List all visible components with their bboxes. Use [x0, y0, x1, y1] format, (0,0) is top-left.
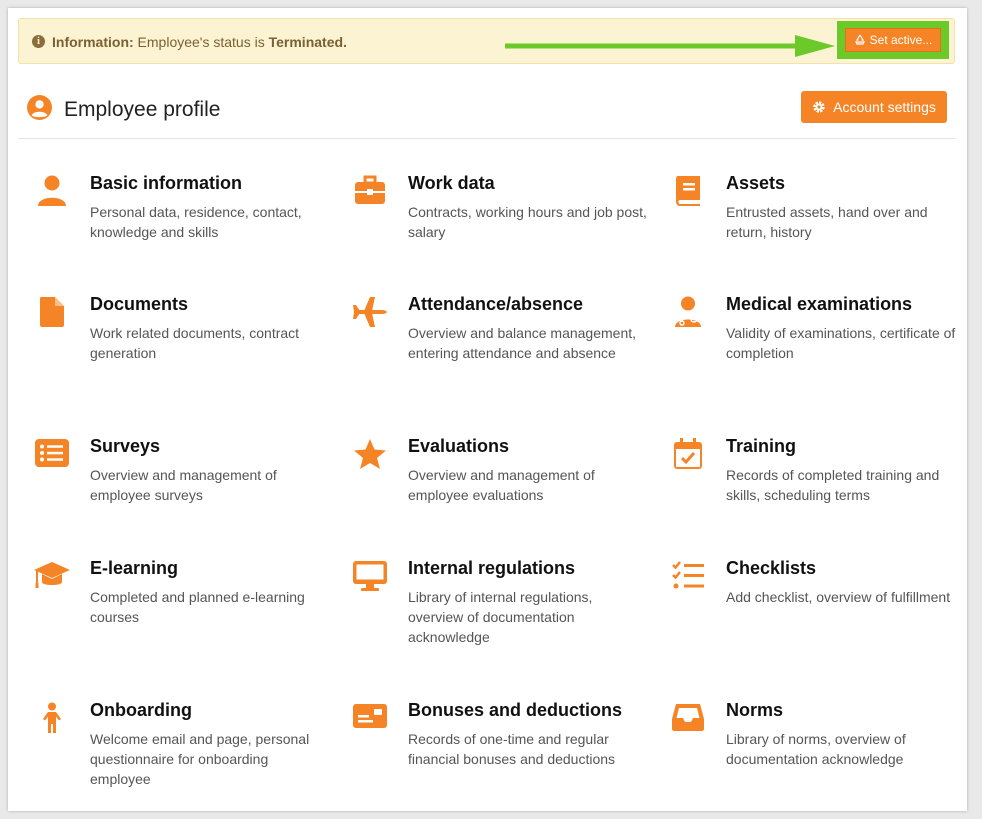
- tile-title: Norms: [726, 700, 784, 720]
- file-icon: [32, 296, 72, 332]
- profile-card: i Information: Employee's status is Term…: [8, 8, 967, 811]
- inbox-icon: [668, 702, 708, 738]
- info-icon: i: [32, 35, 45, 48]
- tile-description: Overview and management of employee surv…: [90, 467, 277, 503]
- tile-description: Entrusted assets, hand over and return, …: [726, 204, 928, 240]
- tile-description: Validity of examinations, certificate of…: [726, 325, 956, 361]
- tile-description: Contracts, working hours and job post, s…: [408, 204, 647, 240]
- gear-icon: [813, 101, 825, 113]
- book-icon: [668, 175, 708, 211]
- tile-title: Surveys: [90, 436, 161, 456]
- tile-description: Add checklist, overview of fulfillment: [726, 589, 951, 605]
- tile-title: Internal regulations: [408, 558, 576, 578]
- tile-title: Documents: [90, 294, 189, 314]
- tile-basic-information[interactable]: Basic information Personal data, residen…: [32, 173, 332, 283]
- set-active-button[interactable]: Set active...: [845, 28, 941, 52]
- tile-title: Evaluations: [408, 436, 510, 456]
- plane-icon: [350, 296, 390, 332]
- tile-title: Onboarding: [90, 700, 192, 720]
- tile-title: Bonuses and deductions: [408, 700, 623, 720]
- tile-description: Overview and management of employee eval…: [408, 467, 595, 503]
- graduation-cap-icon: [32, 560, 72, 596]
- tile-description: Welcome email and page, personal questio…: [90, 731, 310, 787]
- child-icon: [32, 702, 72, 738]
- tile-title: Attendance/absence: [408, 294, 584, 314]
- set-active-highlight: Set active...: [837, 21, 949, 59]
- recycle-icon: [854, 34, 865, 45]
- tile-title: Checklists: [726, 558, 817, 578]
- tile-title: Training: [726, 436, 797, 456]
- status-alert: i Information: Employee's status is Term…: [18, 18, 955, 64]
- tile-description: Completed and planned e-learning courses: [90, 589, 305, 625]
- tile-description: Library of norms, overview of documentat…: [726, 731, 906, 767]
- doctor-icon: [668, 296, 708, 332]
- tile-work-data[interactable]: Work data Contracts, working hours and j…: [350, 173, 650, 283]
- tile-bonuses-and-deductions[interactable]: Bonuses and deductions Records of one-ti…: [350, 700, 650, 810]
- tile-medical-examinations[interactable]: Medical examinations Validity of examina…: [668, 294, 968, 404]
- page-title: Employee profile: [64, 98, 221, 121]
- tile-documents[interactable]: Documents Work related documents, contra…: [32, 294, 332, 404]
- tile-attendance-absence[interactable]: Attendance/absence Overview and balance …: [350, 294, 650, 404]
- tile-description: Records of completed training and skills…: [726, 467, 940, 503]
- tile-internal-regulations[interactable]: Internal regulations Library of internal…: [350, 558, 650, 668]
- tile-description: Library of internal regulations, overvie…: [408, 589, 593, 645]
- monitor-icon: [350, 560, 390, 596]
- account-settings-label: Account settings: [833, 99, 936, 115]
- tile-surveys[interactable]: Surveys Overview and management of emplo…: [32, 436, 332, 546]
- tile-training[interactable]: Training Records of completed training a…: [668, 436, 968, 546]
- calendar-check-icon: [668, 438, 708, 474]
- alert-label: Information:: [52, 34, 134, 50]
- tile-assets[interactable]: Assets Entrusted assets, hand over and r…: [668, 173, 968, 283]
- checklist-icon: [668, 560, 708, 596]
- tile-title: E-learning: [90, 558, 179, 578]
- arrow-annotation-icon: [505, 35, 835, 57]
- tile-description: Work related documents, contract generat…: [90, 325, 300, 361]
- page-header: Employee profile Account settings: [18, 90, 955, 139]
- set-active-label: Set active...: [869, 33, 933, 47]
- alert-message: Information: Employee's status is Termin…: [52, 34, 347, 50]
- tile-evaluations[interactable]: Evaluations Overview and management of e…: [350, 436, 650, 546]
- tile-description: Records of one-time and regular financia…: [408, 731, 616, 767]
- tile-description: Overview and balance management, enterin…: [408, 325, 637, 361]
- tile-onboarding[interactable]: Onboarding Welcome email and page, perso…: [32, 700, 332, 810]
- star-icon: [350, 438, 390, 474]
- tile-title: Basic information: [90, 173, 243, 193]
- tile-norms[interactable]: Norms Library of norms, overview of docu…: [668, 700, 968, 810]
- tile-title: Work data: [408, 173, 495, 193]
- alert-text-prefix: Employee's status is: [137, 34, 265, 50]
- tile-description: Personal data, residence, contact, knowl…: [90, 204, 302, 240]
- tile-checklists[interactable]: Checklists Add checklist, overview of fu…: [668, 558, 968, 668]
- tile-title: Assets: [726, 173, 786, 193]
- account-settings-button[interactable]: Account settings: [801, 91, 947, 123]
- tile-e-learning[interactable]: E-learning Completed and planned e-learn…: [32, 558, 332, 668]
- briefcase-icon: [350, 175, 390, 211]
- person-icon: [32, 175, 72, 211]
- alert-status: Terminated.: [268, 34, 347, 50]
- money-card-icon: [350, 702, 390, 738]
- tile-title: Medical examinations: [726, 294, 913, 314]
- list-icon: [32, 438, 72, 474]
- user-circle-icon: [27, 95, 52, 120]
